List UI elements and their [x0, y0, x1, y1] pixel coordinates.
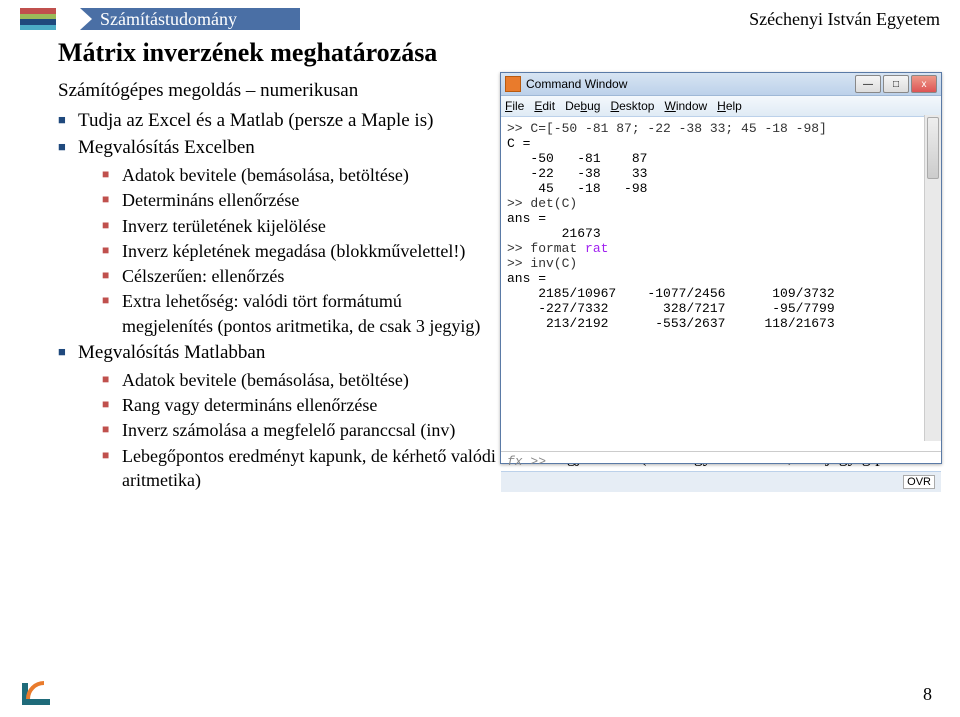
- menu-edit[interactable]: Edit: [534, 99, 555, 113]
- bullet-excel-2: Determináns ellenőrzése: [102, 188, 488, 212]
- console-output[interactable]: >> C=[-50 -81 87; -22 -38 33; 45 -18 -98…: [501, 117, 941, 451]
- statusbar: OVR: [501, 471, 941, 492]
- cmd-line-9b: rat: [585, 241, 608, 256]
- menu-help[interactable]: Help: [717, 99, 742, 113]
- subject-title: Számítástudomány: [100, 9, 237, 30]
- bullet-matlab-impl: Megvalósítás Matlabban Adatok bevitele (…: [58, 340, 488, 492]
- bullet-excel-6: Extra lehetőség: valódi tört formátumú m…: [102, 289, 488, 338]
- maximize-button[interactable]: □: [883, 75, 909, 93]
- minimize-button[interactable]: —: [855, 75, 881, 93]
- out-line-11: ans =: [507, 271, 546, 286]
- footer-logo: [20, 675, 52, 707]
- scrollbar-thumb[interactable]: [927, 117, 939, 179]
- university-name: Széchenyi István Egyetem: [749, 9, 940, 30]
- matlab-command-window: Command Window — □ x File Edit Debug Des…: [500, 72, 942, 464]
- cmd-line-6: >> det(C): [507, 196, 577, 211]
- page-number: 8: [923, 684, 932, 705]
- out-line-5: 45 -18 -98: [507, 181, 647, 196]
- matlab-icon: [505, 76, 521, 92]
- menu-desktop[interactable]: Desktop: [610, 99, 654, 113]
- window-title: Command Window: [526, 77, 855, 91]
- out-line-4: -22 -38 33: [507, 166, 647, 181]
- cmd-line-1: >> C=[-50 -81 87; -22 -38 33; 45 -18 -98…: [507, 121, 827, 136]
- page-title: Mátrix inverzének meghatározása: [58, 38, 437, 68]
- bullet-excel-5: Célszerűen: ellenőrzés: [102, 264, 488, 288]
- fx-prompt-row[interactable]: fx >>: [501, 451, 941, 471]
- intro-line: Számítógépes megoldás – numerikusan: [58, 78, 488, 104]
- out-line-12: 2185/10967 -1077/2456 109/3732: [507, 286, 835, 301]
- ribbon-tail-left: [80, 8, 92, 30]
- bullet-excel-matlab: Tudja az Excel és a Matlab (persze a Map…: [58, 108, 488, 134]
- out-line-3: -50 -81 87: [507, 151, 647, 166]
- menu-window[interactable]: Window: [664, 99, 707, 113]
- out-line-2: C =: [507, 136, 530, 151]
- ovr-indicator: OVR: [903, 475, 935, 489]
- cmd-line-9a: >> format: [507, 241, 585, 256]
- bullet-excel-impl: Megvalósítás Excelben Adatok bevitele (b…: [58, 135, 488, 338]
- bullet-excel-3: Inverz területének kijelölése: [102, 214, 488, 238]
- out-line-14: 213/2192 -553/2637 118/21673: [507, 316, 835, 331]
- menubar: File Edit Debug Desktop Window Help: [501, 96, 941, 117]
- page-header: Számítástudomány Széchenyi István Egyete…: [20, 8, 940, 32]
- window-titlebar[interactable]: Command Window — □ x: [501, 73, 941, 96]
- menu-file[interactable]: File: [505, 99, 524, 113]
- menu-debug[interactable]: Debug: [565, 99, 600, 113]
- ribbon-tail-right: [288, 8, 300, 30]
- body-content: Számítógépes megoldás – numerikusan Tudj…: [58, 78, 488, 494]
- bullet-excel-1: Adatok bevitele (bemásolása, betöltése): [102, 163, 488, 187]
- vertical-scrollbar[interactable]: [924, 115, 941, 441]
- out-line-8: 21673: [507, 226, 601, 241]
- out-line-13: -227/7332 328/7217 -95/7799: [507, 301, 835, 316]
- bullet-excel-4: Inverz képletének megadása (blokkművelet…: [102, 239, 488, 263]
- cmd-line-10: >> inv(C): [507, 256, 577, 271]
- close-button[interactable]: x: [911, 75, 937, 93]
- out-line-7: ans =: [507, 211, 546, 226]
